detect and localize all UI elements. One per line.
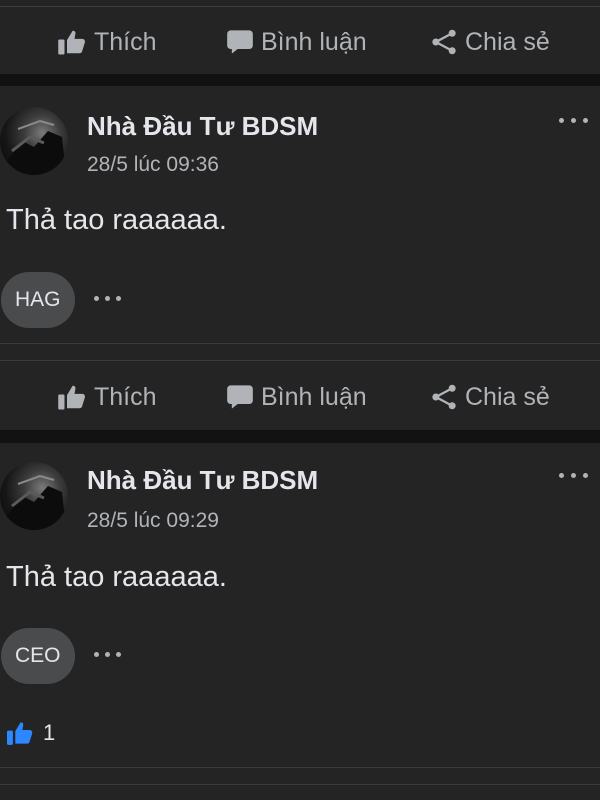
share-button[interactable]: Chia sẻ: [430, 367, 550, 427]
reaction-summary[interactable]: 1: [5, 720, 55, 746]
post: Nhà Đầu Tư BDSM 28/5 lúc 09:36 Thả tao r…: [0, 86, 600, 341]
post: Nhà Đầu Tư BDSM 28/5 lúc 09:29 Thả tao r…: [0, 443, 600, 765]
comment-icon: [227, 385, 253, 409]
share-icon: [432, 29, 456, 55]
avatar[interactable]: [0, 107, 68, 175]
more-icon[interactable]: [559, 118, 588, 123]
comment-icon: [227, 30, 253, 54]
post-action-bar: Thích Bình luận Chia sẻ: [0, 367, 600, 427]
post-text: Thả tao raaaaaa.: [6, 204, 227, 236]
like-label: Thích: [94, 27, 157, 56]
tag-chip[interactable]: HAG: [1, 272, 75, 328]
more-tags-icon[interactable]: [94, 652, 121, 657]
feed: Thích Bình luận Chia sẻ Nhà Đầu Tư BDSM …: [0, 0, 600, 800]
divider: [0, 360, 600, 361]
like-reaction-icon: [7, 722, 33, 745]
post-author[interactable]: Nhà Đầu Tư BDSM: [87, 111, 318, 142]
comment-button[interactable]: Bình luận: [226, 12, 367, 72]
like-button[interactable]: Thích: [57, 12, 157, 72]
like-icon: [58, 30, 85, 55]
post-action-bar: Thích Bình luận Chia sẻ: [0, 12, 600, 72]
post-text: Thả tao raaaaaa.: [6, 561, 227, 593]
like-button[interactable]: Thích: [57, 367, 157, 427]
post-timestamp[interactable]: 28/5 lúc 09:29: [87, 509, 219, 533]
avatar[interactable]: [0, 462, 68, 530]
divider: [0, 784, 600, 785]
more-icon[interactable]: [559, 473, 588, 478]
tag-label: CEO: [15, 644, 61, 667]
like-icon: [58, 385, 85, 410]
comment-label: Bình luận: [261, 27, 367, 56]
divider: [0, 6, 600, 7]
avatar-image: [2, 119, 66, 175]
share-icon: [432, 384, 456, 410]
more-tags-icon[interactable]: [94, 296, 121, 301]
post-separator: [0, 430, 600, 443]
post-separator: [0, 74, 600, 86]
comment-button[interactable]: Bình luận: [226, 367, 367, 427]
tag-chip[interactable]: CEO: [1, 628, 75, 684]
like-label: Thích: [94, 382, 157, 411]
share-button[interactable]: Chia sẻ: [430, 12, 550, 72]
post-author[interactable]: Nhà Đầu Tư BDSM: [87, 465, 318, 496]
share-label: Chia sẻ: [465, 382, 550, 411]
like-count: 1: [43, 720, 56, 745]
post-timestamp[interactable]: 28/5 lúc 09:36: [87, 153, 219, 177]
divider: [0, 767, 600, 768]
comment-label: Bình luận: [261, 382, 367, 411]
avatar-image: [2, 474, 66, 530]
share-label: Chia sẻ: [465, 27, 550, 56]
tag-label: HAG: [15, 288, 61, 311]
divider: [0, 343, 600, 344]
